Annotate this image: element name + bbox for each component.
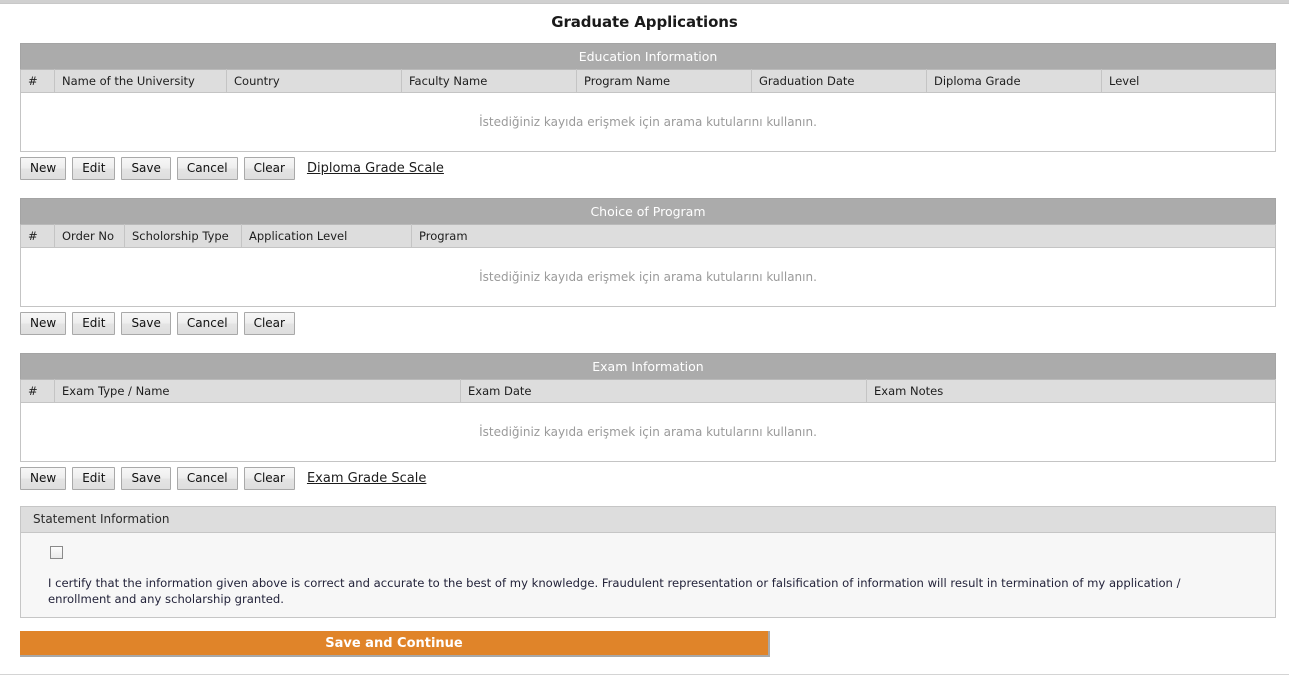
page-container: Graduate Applications Education Informat… (0, 3, 1289, 657)
exam-col-type-name[interactable]: Exam Type / Name (54, 379, 461, 403)
exam-button-row: New Edit Save Cancel Clear Exam Grade Sc… (20, 467, 1276, 490)
education-cancel-button[interactable]: Cancel (176, 157, 238, 180)
submit-container: Save and Continue (20, 631, 1289, 657)
education-empty-row: İstediğiniz kayıda erişmek için arama ku… (20, 92, 1276, 152)
statement-legend: Statement Information (21, 507, 1275, 533)
program-cancel-button[interactable]: Cancel (176, 312, 238, 335)
statement-information-section: Statement Information I certify that the… (20, 506, 1276, 618)
program-empty-message: İstediğiniz kayıda erişmek için arama ku… (20, 247, 1276, 307)
program-col-application-level[interactable]: Application Level (241, 224, 412, 248)
education-col-index[interactable]: # (20, 69, 55, 93)
education-empty-message: İstediğiniz kayıda erişmek için arama ku… (20, 92, 1276, 152)
education-col-program[interactable]: Program Name (576, 69, 752, 93)
choice-of-program-section: Choice of Program # Order No Scholorship… (20, 198, 1276, 335)
program-panel-header: Choice of Program (20, 198, 1276, 224)
education-table-header-row: # Name of the University Country Faculty… (20, 69, 1276, 93)
program-button-row: New Edit Save Cancel Clear (20, 312, 1276, 335)
education-col-diploma-grade[interactable]: Diploma Grade (926, 69, 1102, 93)
exam-new-button[interactable]: New (20, 467, 67, 490)
exam-grade-scale-link[interactable]: Exam Grade Scale (307, 471, 426, 486)
save-and-continue-button[interactable]: Save and Continue (20, 631, 770, 657)
program-col-program[interactable]: Program (411, 224, 1276, 248)
education-col-level[interactable]: Level (1101, 69, 1276, 93)
exam-clear-button[interactable]: Clear (243, 467, 295, 490)
education-col-faculty[interactable]: Faculty Name (401, 69, 577, 93)
education-col-country[interactable]: Country (226, 69, 402, 93)
certification-text: I certify that the information given abo… (48, 576, 1181, 606)
statement-body: I certify that the information given abo… (21, 533, 1275, 617)
education-clear-button[interactable]: Clear (243, 157, 295, 180)
exam-save-button[interactable]: Save (121, 467, 171, 490)
program-new-button[interactable]: New (20, 312, 67, 335)
program-col-scholorship-type[interactable]: Scholorship Type (124, 224, 242, 248)
program-clear-button[interactable]: Clear (243, 312, 295, 335)
page-title: Graduate Applications (551, 13, 738, 31)
certify-checkbox[interactable] (50, 546, 63, 559)
education-button-row: New Edit Save Cancel Clear Diploma Grade… (20, 157, 1276, 180)
program-table: # Order No Scholorship Type Application … (20, 224, 1276, 307)
program-edit-button[interactable]: Edit (72, 312, 116, 335)
program-col-index[interactable]: # (20, 224, 55, 248)
exam-table-header-row: # Exam Type / Name Exam Date Exam Notes (20, 379, 1276, 403)
education-col-graduation-date[interactable]: Graduation Date (751, 69, 927, 93)
exam-panel-header: Exam Information (20, 353, 1276, 379)
education-col-university[interactable]: Name of the University (54, 69, 227, 93)
education-edit-button[interactable]: Edit (72, 157, 116, 180)
program-col-order-no[interactable]: Order No (54, 224, 125, 248)
education-panel-header: Education Information (20, 43, 1276, 69)
program-empty-row: İstediğiniz kayıda erişmek için arama ku… (20, 247, 1276, 307)
exam-col-index[interactable]: # (20, 379, 55, 403)
exam-col-notes[interactable]: Exam Notes (866, 379, 1276, 403)
bottom-divider (0, 674, 1289, 675)
exam-information-section: Exam Information # Exam Type / Name Exam… (20, 353, 1276, 490)
exam-empty-row: İstediğiniz kayıda erişmek için arama ku… (20, 402, 1276, 462)
exam-table: # Exam Type / Name Exam Date Exam Notes … (20, 379, 1276, 462)
exam-empty-message: İstediğiniz kayıda erişmek için arama ku… (20, 402, 1276, 462)
exam-edit-button[interactable]: Edit (72, 467, 116, 490)
diploma-grade-scale-link[interactable]: Diploma Grade Scale (307, 161, 444, 176)
program-table-header-row: # Order No Scholorship Type Application … (20, 224, 1276, 248)
program-save-button[interactable]: Save (121, 312, 171, 335)
exam-cancel-button[interactable]: Cancel (176, 467, 238, 490)
education-table: # Name of the University Country Faculty… (20, 69, 1276, 152)
exam-col-date[interactable]: Exam Date (460, 379, 867, 403)
education-save-button[interactable]: Save (121, 157, 171, 180)
education-new-button[interactable]: New (20, 157, 67, 180)
education-information-section: Education Information # Name of the Univ… (20, 43, 1276, 180)
